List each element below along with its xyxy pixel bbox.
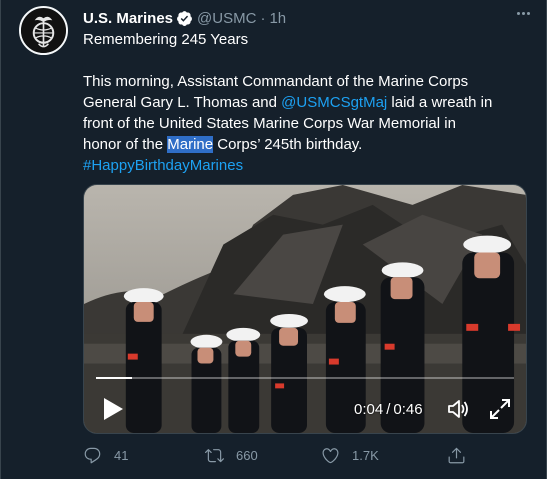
video-time-readout: 0:04/0:46 [354,401,423,418]
video-current-time: 0:04 [354,401,384,418]
usmc-emblem-icon [21,8,66,53]
like-icon [322,447,339,463]
author-name[interactable]: U.S. Marines [83,10,173,27]
selected-text: Marine [167,136,214,153]
share-button[interactable] [447,446,466,465]
video-progress-fill [96,377,133,379]
retweet-count: 660 [236,447,258,463]
mention-link[interactable]: @USMCSgtMaj [281,94,387,111]
verified-badge-icon [177,10,192,26]
body-line-1: This morning, Assistant Commandant of th… [83,73,469,90]
video-progress-bar[interactable] [96,377,514,379]
body-text-segment: laid a wreath in [387,94,493,111]
tweet-title: Remembering 245 Years [83,31,249,48]
reply-button[interactable]: 41 [83,446,128,465]
play-icon[interactable] [102,397,124,421]
retweet-button[interactable]: 660 [205,446,258,465]
volume-icon[interactable] [446,397,470,421]
tweet-header: U.S. Marines @USMC · 1h [83,8,534,28]
hashtag-link[interactable]: #HappyBirthdayMarines [83,155,523,176]
share-icon [448,447,465,463]
more-dots-icon[interactable] [512,6,534,20]
meta-separator: · [260,9,266,27]
video-player[interactable]: 0:04/0:46 [83,184,527,434]
tweet-actions: 41 660 1.7K [83,444,523,466]
avatar[interactable] [19,6,68,55]
author-handle[interactable]: @USMC [197,10,256,27]
body-line-4: honor of the Marine Corps’ 245th birthda… [83,134,523,155]
fullscreen-icon[interactable] [488,397,512,421]
like-button[interactable]: 1.7K [321,446,379,465]
body-line-2: General Gary L. Thomas and @USMCSgtMaj l… [83,92,523,113]
video-duration: 0:46 [393,401,423,418]
body-line-3: front of the United States Marine Corps … [83,115,456,132]
video-frame [84,185,526,433]
body-text-segment: Corps’ 245th birthday. [213,136,363,153]
body-text-segment: General Gary L. Thomas and [83,94,282,111]
body-text-segment: honor of the [83,136,168,153]
reply-count: 41 [114,447,129,463]
retweet-icon [205,448,224,462]
tweet-body: This morning, Assistant Commandant of th… [83,71,523,176]
like-count: 1.7K [352,447,379,463]
video-time-separator: / [386,401,391,418]
tweet-timestamp[interactable]: 1h [269,10,286,27]
reply-icon [84,447,101,463]
tweet-card[interactable]: U.S. Marines @USMC · 1h Remembering 245 … [0,0,547,479]
